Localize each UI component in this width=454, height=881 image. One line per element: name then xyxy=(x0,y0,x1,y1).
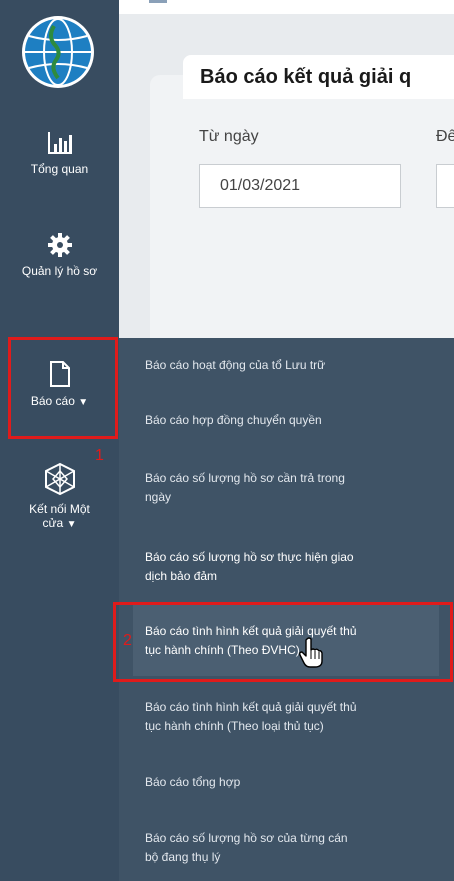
bar-chart-icon xyxy=(47,132,72,154)
step-number-2: 2 xyxy=(123,632,132,649)
left-sidebar: Tổng quan Quản lý hồ sơ Báo cáo ▼ Kết nố… xyxy=(0,0,119,881)
page-title: Báo cáo kết quả giải q xyxy=(183,55,454,99)
step-number-1: 1 xyxy=(95,447,104,464)
hand-cursor-icon xyxy=(299,637,323,668)
to-date-label: Đế xyxy=(436,128,454,145)
to-date-input[interactable] xyxy=(436,164,454,208)
from-date-input[interactable]: 01/03/2021 xyxy=(199,164,401,208)
sidebar-item-connect[interactable]: Kết nối Một cửa ▼ xyxy=(0,462,119,572)
top-bar xyxy=(119,0,454,14)
submenu-item-secured-transactions-line2[interactable]: dịch bảo đảm xyxy=(145,567,445,586)
submenu-item-transfer-contract[interactable]: Báo cáo hợp đồng chuyển quyền xyxy=(145,411,445,430)
submenu-item-results-by-procedure-line2[interactable]: tục hành chính (Theo loại thủ tục) xyxy=(145,717,445,736)
from-date-label: Từ ngày xyxy=(199,128,259,145)
submenu-item-records-per-officer[interactable]: Báo cáo số lượng hồ sơ của từng cán xyxy=(145,829,445,848)
submenu-item-results-by-procedure[interactable]: Báo cáo tình hình kết quả giải quyết thủ xyxy=(145,698,445,717)
submenu-item-records-per-officer-line2[interactable]: bộ đang thụ lý xyxy=(145,848,445,867)
sidebar-item-overview[interactable]: Tổng quan xyxy=(0,130,119,210)
network-icon xyxy=(44,462,75,496)
highlight-box-step2 xyxy=(113,602,453,682)
submenu-item-records-due-today-line2[interactable]: ngày xyxy=(145,488,445,507)
submenu-item-records-due-today[interactable]: Báo cáo số lượng hồ sơ cần trả trong xyxy=(145,469,445,488)
sidebar-item-label-line2: cửa xyxy=(42,516,64,530)
submenu-item-archive-report[interactable]: Báo cáo hoạt động của tổ Lưu trữ xyxy=(145,356,445,375)
top-bar-indicator xyxy=(149,0,167,3)
highlight-box-step1 xyxy=(8,337,118,439)
globe-logo-icon[interactable] xyxy=(20,14,96,90)
sidebar-item-label: Tổng quan xyxy=(30,162,89,176)
sidebar-item-label: Kết nối Một xyxy=(29,502,90,516)
submenu-item-secured-transactions[interactable]: Báo cáo số lượng hồ sơ thực hiện giao xyxy=(145,548,445,567)
chevron-down-icon: ▼ xyxy=(66,519,77,530)
report-panel xyxy=(150,75,454,355)
sidebar-item-label: Quản lý hồ sơ xyxy=(21,264,98,278)
submenu-item-summary-report[interactable]: Báo cáo tổng hợp xyxy=(145,773,445,792)
gear-icon xyxy=(47,233,72,257)
sidebar-item-records[interactable]: Quản lý hồ sơ xyxy=(0,232,119,322)
